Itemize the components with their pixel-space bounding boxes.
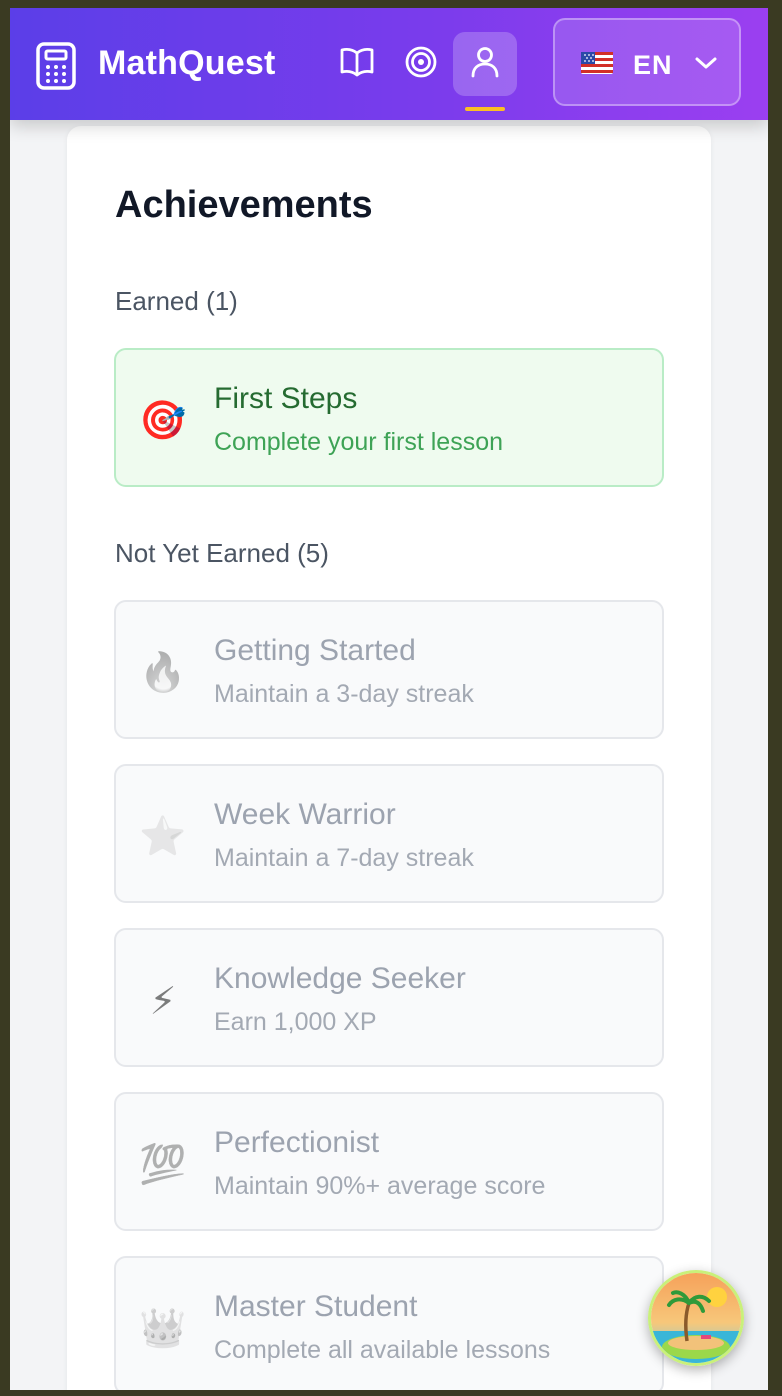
- achievement-week-warrior[interactable]: ⭐ Week Warrior Maintain a 7-day streak: [114, 764, 664, 903]
- achievement-description: Maintain a 7-day streak: [214, 844, 474, 872]
- achievement-description: Complete all available lessons: [214, 1336, 551, 1364]
- achievement-name: Knowledge Seeker: [214, 962, 466, 995]
- app-title[interactable]: MathQuest: [98, 44, 275, 83]
- achievement-first-steps[interactable]: 🎯 First Steps Complete your first lesson: [114, 348, 664, 487]
- dart-target-icon: 🎯: [139, 400, 187, 442]
- achievement-description: Maintain a 3-day streak: [214, 680, 474, 708]
- nav-goals-button[interactable]: [389, 32, 453, 96]
- achievements-title: Achievements: [115, 184, 373, 226]
- achievement-master-student[interactable]: 👑 Master Student Complete all available …: [114, 1256, 664, 1390]
- chevron-down-icon: [693, 54, 719, 77]
- us-flag-icon: [581, 52, 613, 74]
- fire-icon: 🔥: [139, 652, 187, 694]
- active-tab-indicator: [465, 107, 505, 111]
- calculator-icon: [36, 42, 76, 90]
- floating-action-button[interactable]: [648, 1270, 744, 1366]
- achievement-name: Week Warrior: [214, 798, 396, 831]
- crown-icon: 👑: [139, 1308, 187, 1350]
- achievement-name: Perfectionist: [214, 1126, 380, 1159]
- earned-section-label: Earned (1): [115, 286, 238, 316]
- language-selector[interactable]: EN: [553, 18, 741, 106]
- language-code: EN: [633, 50, 673, 80]
- achievements-card: Achievements Earned (1) 🎯 First Steps Co…: [67, 126, 711, 1390]
- star-icon: ⭐: [139, 816, 187, 858]
- achievement-description: Complete your first lesson: [214, 428, 504, 456]
- achievement-knowledge-seeker[interactable]: ⚡ Knowledge Seeker Earn 1,000 XP: [114, 928, 664, 1067]
- app-frame: MathQuest EN Achievements Earned (1) 🎯 F…: [10, 8, 768, 1390]
- achievement-name: Getting Started: [214, 634, 416, 667]
- achievement-description: Maintain 90%+ average score: [214, 1172, 546, 1200]
- nav-lessons-button[interactable]: [325, 32, 389, 96]
- lightning-icon: ⚡: [149, 980, 177, 1023]
- achievement-name: First Steps: [214, 382, 358, 415]
- achievement-description: Earn 1,000 XP: [214, 1008, 377, 1036]
- book-open-icon: [340, 47, 374, 82]
- achievement-getting-started[interactable]: 🔥 Getting Started Maintain a 3-day strea…: [114, 600, 664, 739]
- user-icon: [470, 46, 500, 83]
- nav-profile-button[interactable]: [453, 32, 517, 96]
- achievement-perfectionist[interactable]: 💯 Perfectionist Maintain 90%+ average sc…: [114, 1092, 664, 1231]
- top-navigation-bar: MathQuest EN: [10, 8, 768, 120]
- not-earned-section-label: Not Yet Earned (5): [115, 538, 329, 568]
- hundred-points-icon: 💯: [139, 1144, 187, 1186]
- achievement-name: Master Student: [214, 1290, 418, 1323]
- target-icon: [404, 45, 438, 84]
